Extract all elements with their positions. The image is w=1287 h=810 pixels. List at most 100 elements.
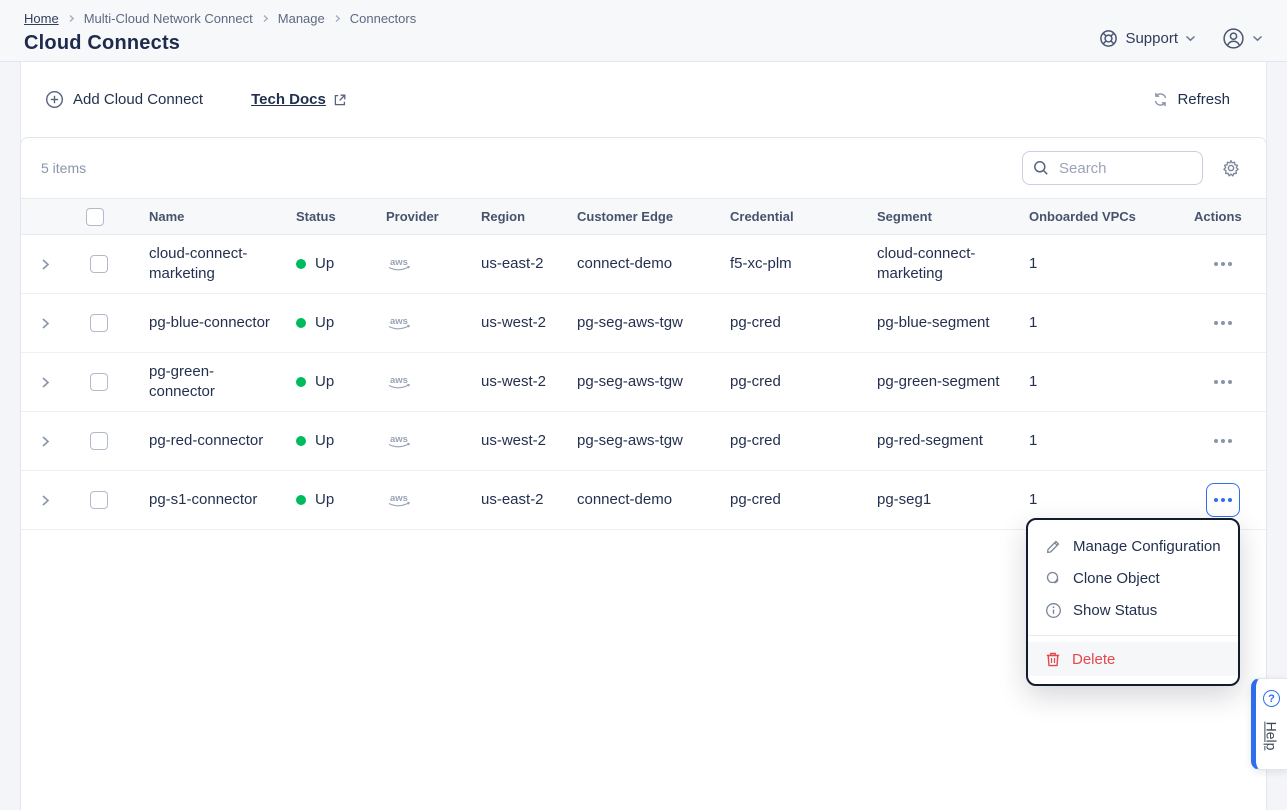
aws-provider-icon: aws bbox=[386, 373, 473, 392]
column-header-segment[interactable]: Segment bbox=[877, 209, 1029, 224]
menu-item-label: Delete bbox=[1072, 651, 1115, 668]
row-actions-context-menu: Manage Configuration Clone Object Show S… bbox=[1026, 518, 1240, 686]
cell-credential: pg-cred bbox=[730, 363, 877, 401]
cell-name: pg-red-connector bbox=[121, 422, 296, 460]
add-cloud-connect-label: Add Cloud Connect bbox=[73, 91, 203, 108]
menu-item-label: Manage Configuration bbox=[1073, 538, 1221, 555]
column-header-provider[interactable]: Provider bbox=[386, 209, 481, 224]
refresh-label: Refresh bbox=[1177, 91, 1230, 108]
expand-row-button[interactable] bbox=[21, 249, 77, 280]
column-header-credential[interactable]: Credential bbox=[730, 209, 877, 224]
breadcrumb: Home Multi-Cloud Network Connect Manage … bbox=[24, 9, 416, 27]
breadcrumb-item[interactable]: Connectors bbox=[350, 11, 416, 26]
row-checkbox-cell bbox=[77, 364, 121, 400]
cell-region: us-west-2 bbox=[481, 422, 577, 460]
cell-credential: pg-cred bbox=[730, 304, 877, 342]
breadcrumb-item[interactable]: Multi-Cloud Network Connect bbox=[84, 11, 253, 26]
menu-item-show-status[interactable]: Show Status bbox=[1028, 594, 1238, 626]
menu-item-manage-configuration[interactable]: Manage Configuration bbox=[1028, 530, 1238, 562]
cell-customer-edge: connect-demo bbox=[577, 481, 730, 519]
cell-customer-edge: pg-seg-aws-tgw bbox=[577, 422, 730, 460]
row-checkbox-cell bbox=[77, 305, 121, 341]
refresh-icon bbox=[1152, 91, 1169, 108]
help-label: Help bbox=[1263, 722, 1279, 751]
cell-region: us-east-2 bbox=[481, 481, 577, 519]
support-label: Support bbox=[1125, 30, 1178, 47]
column-header-region[interactable]: Region bbox=[481, 209, 577, 224]
help-tab[interactable]: ? Help bbox=[1251, 678, 1287, 770]
menu-item-label: Clone Object bbox=[1073, 570, 1160, 587]
cell-name: cloud-connect-marketing bbox=[121, 235, 296, 293]
row-actions-button[interactable] bbox=[1206, 306, 1240, 340]
row-actions-button[interactable] bbox=[1206, 483, 1240, 517]
cell-region: us-west-2 bbox=[481, 304, 577, 342]
plus-circle-icon bbox=[45, 90, 64, 109]
external-link-icon bbox=[333, 93, 347, 107]
lifebuoy-icon bbox=[1099, 29, 1118, 48]
top-bar: Home Multi-Cloud Network Connect Manage … bbox=[0, 0, 1287, 62]
table-row: pg-green-connector Up aws us-west-2 pg-s… bbox=[21, 353, 1266, 412]
search-icon bbox=[1033, 160, 1049, 176]
select-all-checkbox[interactable] bbox=[86, 208, 104, 226]
svg-text:aws: aws bbox=[390, 375, 408, 386]
cell-actions bbox=[1194, 415, 1266, 467]
row-actions-button[interactable] bbox=[1206, 247, 1240, 281]
svg-text:aws: aws bbox=[390, 316, 408, 327]
expand-row-button[interactable] bbox=[21, 367, 77, 398]
breadcrumb-home[interactable]: Home bbox=[24, 11, 59, 26]
column-header-status[interactable]: Status bbox=[296, 209, 386, 224]
row-checkbox[interactable] bbox=[90, 432, 108, 450]
menu-item-clone-object[interactable]: Clone Object bbox=[1028, 562, 1238, 594]
gear-icon[interactable] bbox=[1222, 159, 1240, 177]
column-header-onboarded-vpcs[interactable]: Onboarded VPCs bbox=[1029, 209, 1194, 224]
svg-text:aws: aws bbox=[390, 434, 408, 445]
account-menu[interactable] bbox=[1222, 27, 1263, 50]
cell-onboarded-vpcs: 1 bbox=[1029, 363, 1194, 401]
column-header-name[interactable]: Name bbox=[121, 209, 296, 224]
cell-actions bbox=[1194, 297, 1266, 349]
row-checkbox[interactable] bbox=[90, 373, 108, 391]
refresh-button[interactable]: Refresh bbox=[1152, 91, 1242, 108]
support-menu[interactable]: Support bbox=[1099, 29, 1196, 48]
cell-status: Up bbox=[296, 304, 386, 342]
row-actions-button[interactable] bbox=[1206, 365, 1240, 399]
cell-customer-edge: pg-seg-aws-tgw bbox=[577, 363, 730, 401]
add-cloud-connect-button[interactable]: Add Cloud Connect bbox=[45, 90, 203, 109]
chevron-right-icon bbox=[333, 14, 342, 23]
cell-segment: pg-blue-segment bbox=[877, 304, 1029, 342]
menu-item-delete[interactable]: Delete bbox=[1028, 642, 1238, 676]
row-checkbox[interactable] bbox=[90, 314, 108, 332]
clone-icon bbox=[1045, 570, 1062, 587]
main-content: Add Cloud Connect Tech Docs bbox=[20, 62, 1267, 808]
svg-text:aws: aws bbox=[390, 493, 408, 504]
tech-docs-link[interactable]: Tech Docs bbox=[251, 91, 347, 108]
top-bar-right: Support bbox=[1099, 15, 1263, 61]
aws-provider-icon: aws bbox=[386, 432, 473, 451]
cell-name: pg-green-connector bbox=[121, 353, 296, 411]
info-icon bbox=[1045, 602, 1062, 619]
expand-row-button[interactable] bbox=[21, 426, 77, 457]
row-checkbox[interactable] bbox=[90, 255, 108, 273]
column-header-customer-edge[interactable]: Customer Edge bbox=[577, 209, 730, 224]
status-up-dot bbox=[296, 318, 306, 328]
cell-segment: pg-seg1 bbox=[877, 481, 1029, 519]
aws-provider-icon: aws bbox=[386, 255, 473, 274]
row-actions-button[interactable] bbox=[1206, 424, 1240, 458]
page-title: Cloud Connects bbox=[24, 32, 416, 55]
status-up-dot bbox=[296, 259, 306, 269]
cell-provider: aws bbox=[386, 305, 481, 342]
expand-row-button[interactable] bbox=[21, 485, 77, 516]
cell-name: pg-s1-connector bbox=[121, 481, 296, 519]
cell-provider: aws bbox=[386, 482, 481, 519]
row-checkbox[interactable] bbox=[90, 491, 108, 509]
cell-status: Up bbox=[296, 422, 386, 460]
cell-region: us-east-2 bbox=[481, 245, 577, 283]
breadcrumb-item[interactable]: Manage bbox=[278, 11, 325, 26]
cell-customer-edge: pg-seg-aws-tgw bbox=[577, 304, 730, 342]
chevron-right-icon bbox=[67, 14, 76, 23]
tech-docs-label: Tech Docs bbox=[251, 91, 326, 108]
expand-row-button[interactable] bbox=[21, 308, 77, 339]
cell-credential: pg-cred bbox=[730, 481, 877, 519]
cell-customer-edge: connect-demo bbox=[577, 245, 730, 283]
search-input[interactable] bbox=[1057, 159, 1192, 178]
